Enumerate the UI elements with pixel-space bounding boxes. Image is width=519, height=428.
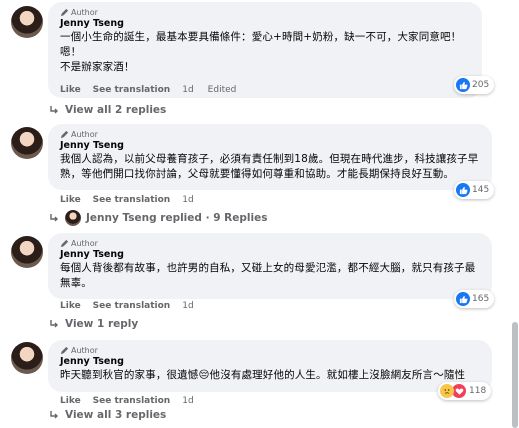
pen-author-icon xyxy=(60,239,69,248)
see-translation-link[interactable]: See translation xyxy=(93,301,171,311)
author-badge-label: Author xyxy=(71,8,98,17)
pen-author-icon xyxy=(60,8,69,17)
timestamp[interactable]: 1d xyxy=(182,85,193,95)
author-badge: Author xyxy=(60,238,482,249)
view-replies-link[interactable]: View all 2 replies xyxy=(48,102,166,118)
reaction-count: 205 xyxy=(472,80,490,90)
see-translation-link[interactable]: See translation xyxy=(93,85,171,95)
comment-bubble: Author Jenny Tseng 我個人認為，以前父母養育孩子，必須有責任制… xyxy=(48,124,492,190)
comment-actions: Like See translation 1d xyxy=(60,300,208,312)
reaction-count: 145 xyxy=(472,185,490,195)
reaction-count: 165 xyxy=(472,294,490,304)
like-reaction-icon xyxy=(456,183,470,197)
timestamp[interactable]: 1d xyxy=(182,301,193,311)
avatar[interactable] xyxy=(11,342,43,374)
view-replies-link[interactable]: View all 3 replies xyxy=(48,407,166,423)
avatar[interactable] xyxy=(11,6,43,38)
reply-arrow-icon xyxy=(50,411,58,419)
comment-author-name[interactable]: Jenny Tseng xyxy=(60,356,482,368)
author-badge-label: Author xyxy=(71,346,98,355)
timestamp[interactable]: 1d xyxy=(182,396,193,406)
author-badge-label: Author xyxy=(71,239,98,248)
view-replies-label: View all 2 replies xyxy=(65,104,167,116)
view-replies-label: Jenny Tseng replied · 9 Replies xyxy=(86,212,268,224)
reaction-count-badge[interactable]: 118 xyxy=(438,382,492,400)
like-reaction-icon xyxy=(456,78,470,92)
timestamp[interactable]: 1d xyxy=(182,195,193,205)
see-translation-link[interactable]: See translation xyxy=(93,396,171,406)
comment-text: 我個人認為，以前父母養育孩子，必須有責任制到18歲。但現在時代進步，科技讓孩子早… xyxy=(60,153,479,180)
reaction-count-badge[interactable]: 145 xyxy=(454,181,495,199)
see-translation-link[interactable]: See translation xyxy=(93,195,171,205)
reaction-count-badge[interactable]: 165 xyxy=(454,290,495,308)
author-badge: Author xyxy=(60,129,482,140)
comment-actions: Like See translation 1d xyxy=(60,194,208,206)
sad-reaction-icon xyxy=(440,384,454,398)
reaction-count-badge[interactable]: 205 xyxy=(454,76,495,94)
reply-arrow-icon xyxy=(50,214,58,222)
like-reaction-icon xyxy=(456,292,470,306)
comment-bubble: Author Jenny Tseng 每個人背後都有故事，也許男的自私，又碰上女… xyxy=(48,233,492,299)
replier-avatar xyxy=(65,210,81,226)
view-replies-link[interactable]: View 1 reply xyxy=(48,316,138,332)
view-replies-link[interactable]: Jenny Tseng replied · 9 Replies xyxy=(48,210,267,226)
avatar[interactable] xyxy=(11,127,43,159)
avatar[interactable] xyxy=(11,236,43,268)
pen-author-icon xyxy=(60,346,69,355)
comment-author-name[interactable]: Jenny Tseng xyxy=(60,18,472,30)
like-link[interactable]: Like xyxy=(60,301,81,311)
like-link[interactable]: Like xyxy=(60,396,81,406)
author-badge: Author xyxy=(60,7,472,18)
comment-author-name[interactable]: Jenny Tseng xyxy=(60,140,482,152)
reaction-count: 118 xyxy=(469,386,487,396)
edited-label: Edited xyxy=(207,85,237,95)
view-replies-label: View 1 reply xyxy=(65,318,139,330)
like-link[interactable]: Like xyxy=(60,195,81,205)
comment-text: 每個人背後都有故事，也許男的自私，又碰上女的母愛氾濫，都不經大腦，就只有孩子最無… xyxy=(60,262,476,289)
comment-actions: Like See translation 1d Edited xyxy=(60,84,236,96)
pen-author-icon xyxy=(60,130,69,139)
comment-text: 昨天聽到秋官的家事，很遺憾😔他沒有處理好他的人生。就如樓上沒臉網友所言～隨性 xyxy=(60,369,466,381)
scrollbar-thumb[interactable] xyxy=(512,322,518,428)
comment-text: 一個小生命的誕生，最基本要具備條件：愛心+時間+奶粉，缺一不可，大家同意吧！ 嗯… xyxy=(60,31,462,73)
comment-actions: Like See translation 1d xyxy=(60,395,208,407)
like-link[interactable]: Like xyxy=(60,85,81,95)
author-badge-label: Author xyxy=(71,130,98,139)
comment-author-name[interactable]: Jenny Tseng xyxy=(60,249,482,261)
reply-arrow-icon xyxy=(50,106,58,114)
author-badge: Author xyxy=(60,345,482,356)
reply-arrow-icon xyxy=(50,320,58,328)
view-replies-label: View all 3 replies xyxy=(65,409,167,421)
love-reaction-icon xyxy=(452,384,466,398)
comment-bubble: Author Jenny Tseng 昨天聽到秋官的家事，很遺憾😔他沒有處理好他… xyxy=(48,340,492,392)
